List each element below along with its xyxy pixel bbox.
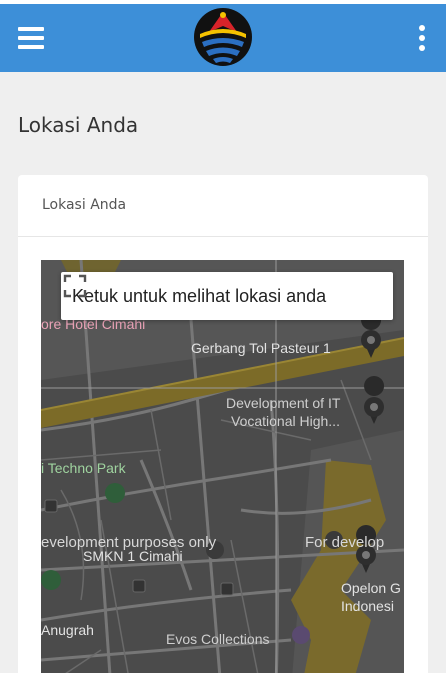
- location-card: Lokasi Anda ore Hotel Cimahi Gerbang Tol…: [18, 175, 428, 673]
- map-label-toll-gate: Gerbang Tol Pasteur 1: [191, 340, 331, 356]
- map-label-evos: Evos Collections: [166, 631, 270, 647]
- hamburger-menu-icon[interactable]: [18, 27, 44, 49]
- card-title: Lokasi Anda: [42, 197, 127, 213]
- map-label-opelon-line2: Indonesi: [341, 598, 394, 614]
- fullscreen-icon[interactable]: [61, 272, 89, 300]
- map-watermark-right: For develop: [305, 534, 385, 551]
- tap-to-view-location-overlay[interactable]: Ketuk untuk melihat lokasi anda: [61, 272, 393, 320]
- map-label-dev-it-line1: Development of IT: [226, 395, 341, 411]
- overlay-text: Ketuk untuk melihat lokasi anda: [72, 286, 327, 306]
- institution-logo: [194, 8, 252, 66]
- map-view[interactable]: ore Hotel Cimahi Gerbang Tol Pasteur 1 D…: [41, 260, 404, 673]
- map-label-dev-it-line2: Vocational High...: [231, 413, 340, 429]
- more-vertical-icon[interactable]: [414, 24, 430, 52]
- map-label-smkn: SMKN 1 Cimahi: [83, 548, 183, 564]
- map-label-techno-park: i Techno Park: [41, 460, 126, 476]
- card-header: Lokasi Anda: [18, 175, 428, 237]
- top-strip: [0, 0, 446, 4]
- map-label-anugrah: Anugrah: [41, 622, 94, 638]
- map-label-opelon-line1: Opelon G: [341, 580, 401, 596]
- page-title: Lokasi Anda: [18, 113, 139, 137]
- top-app-bar: [0, 0, 446, 72]
